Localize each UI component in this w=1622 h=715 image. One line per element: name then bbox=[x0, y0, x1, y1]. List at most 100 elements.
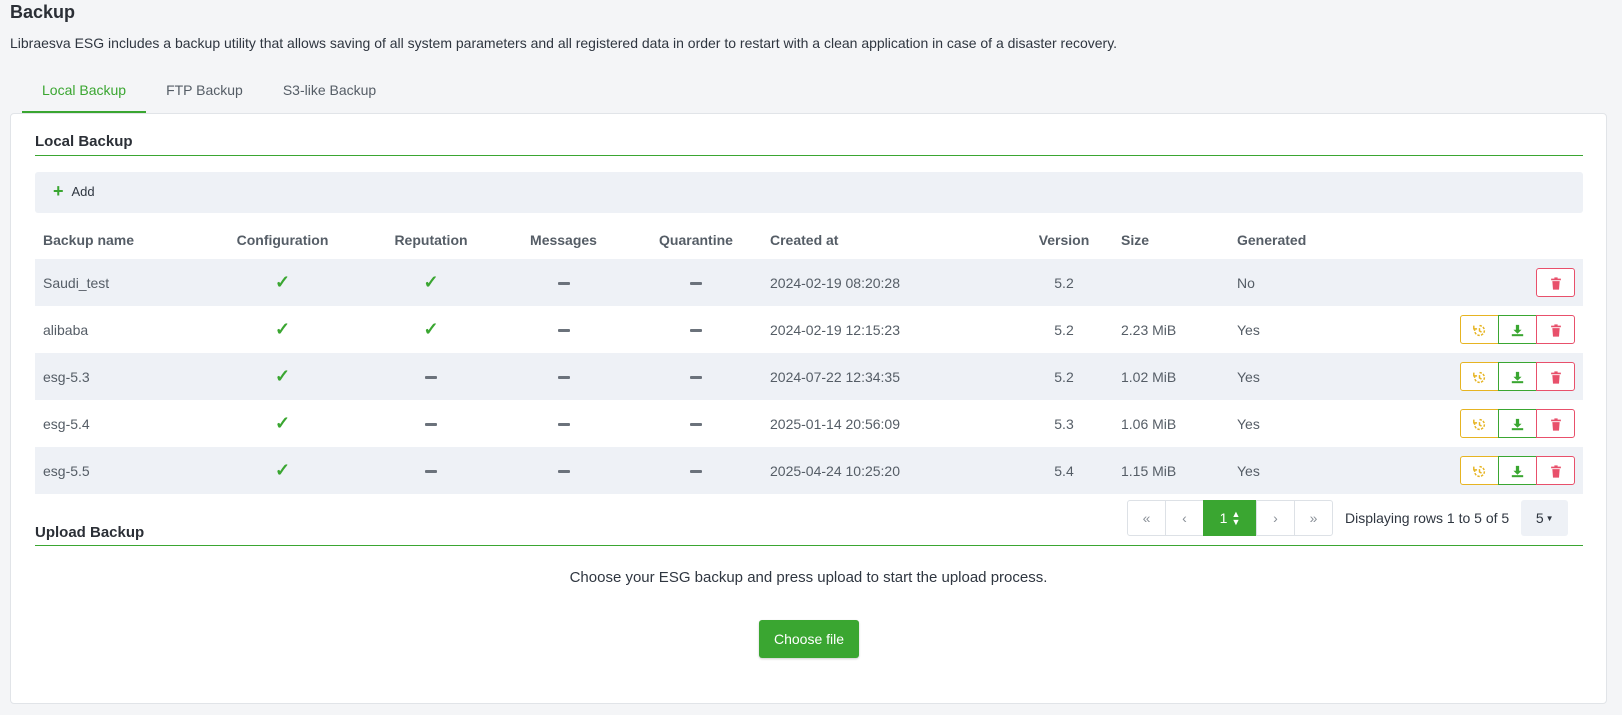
messages-cell bbox=[497, 259, 630, 306]
version: 5.3 bbox=[1054, 415, 1074, 432]
last-page-button[interactable]: » bbox=[1294, 500, 1333, 536]
tab-s3-backup[interactable]: S3-like Backup bbox=[263, 72, 396, 113]
configuration-cell: ✓ bbox=[200, 447, 365, 494]
backup-name: alibaba bbox=[43, 321, 89, 338]
version: 5.4 bbox=[1015, 447, 1113, 494]
trash-icon bbox=[1550, 368, 1562, 384]
dash-icon bbox=[557, 329, 570, 333]
col-size[interactable]: Size bbox=[1113, 220, 1229, 259]
add-button[interactable]: + Add bbox=[53, 182, 95, 200]
page-size-dropdown[interactable]: 5 ▼ bbox=[1521, 500, 1569, 536]
configuration-cell: ✓ bbox=[200, 353, 365, 400]
delete-button[interactable] bbox=[1536, 268, 1575, 297]
table-row[interactable]: esg-5.3 ✓ 2024-07-22 12:34:35 5.2 1.02 MiB Ye… bbox=[35, 353, 1583, 400]
col-version[interactable]: Version bbox=[1015, 220, 1113, 259]
table-row[interactable]: esg-5.4 ✓ 2025-01-14 20:56:09 5.3 1.06 MiB Ye… bbox=[35, 400, 1583, 447]
size: 1.15 MiB bbox=[1113, 447, 1229, 494]
download-icon bbox=[1511, 462, 1524, 478]
restore-button[interactable] bbox=[1460, 409, 1499, 438]
quarantine-cell bbox=[630, 353, 762, 400]
check-icon: ✓ bbox=[423, 319, 439, 339]
created-at: 2025-01-14 20:56:09 bbox=[770, 415, 900, 432]
reputation-cell bbox=[365, 447, 497, 494]
col-messages[interactable]: Messages bbox=[497, 220, 630, 259]
delete-button[interactable] bbox=[1536, 362, 1575, 391]
size bbox=[1113, 259, 1229, 306]
messages-cell bbox=[497, 447, 630, 494]
row-actions bbox=[1349, 400, 1583, 447]
col-generated[interactable]: Generated bbox=[1229, 220, 1349, 259]
download-button[interactable] bbox=[1498, 315, 1537, 344]
double-chevron-left-icon: « bbox=[1142, 510, 1151, 526]
dash-icon bbox=[425, 376, 437, 380]
section-divider bbox=[35, 155, 1583, 156]
col-quarantine[interactable]: Quarantine bbox=[630, 220, 762, 259]
messages-cell bbox=[497, 400, 630, 447]
check-icon: ✓ bbox=[274, 272, 291, 292]
col-configuration[interactable]: Configuration bbox=[200, 220, 365, 259]
plus-icon: + bbox=[53, 181, 64, 201]
table-body: Saudi_test ✓ ✓ 2024-02-19 08:20:28 5.2 No alib… bbox=[35, 259, 1583, 494]
delete-button[interactable] bbox=[1536, 409, 1575, 438]
created-at: 2025-04-24 10:25:20 bbox=[762, 447, 1015, 494]
check-icon: ✓ bbox=[423, 272, 439, 292]
generated: Yes bbox=[1229, 353, 1349, 400]
restore-button[interactable] bbox=[1460, 315, 1499, 344]
col-created-at[interactable]: Created at bbox=[762, 220, 1015, 259]
generated: Yes bbox=[1237, 321, 1260, 338]
prev-page-button[interactable]: ‹ bbox=[1165, 500, 1204, 536]
current-page-button[interactable]: 1 ▲ ▼ bbox=[1203, 500, 1257, 536]
trash-icon bbox=[1550, 274, 1562, 290]
dash-icon bbox=[690, 423, 702, 427]
history-icon bbox=[1473, 462, 1486, 478]
dash-icon bbox=[425, 423, 437, 427]
version: 5.2 bbox=[1054, 321, 1074, 338]
dash-icon bbox=[690, 329, 702, 333]
upload-backup-title: Upload Backup bbox=[35, 524, 145, 541]
choose-file-button[interactable]: Choose file bbox=[759, 620, 859, 658]
check-icon: ✓ bbox=[274, 460, 291, 480]
dash-icon bbox=[690, 376, 702, 380]
add-button-label: Add bbox=[71, 183, 95, 199]
table-row[interactable]: esg-5.5 ✓ 2025-04-24 10:25:20 5.4 1.15 MiB Ye… bbox=[35, 447, 1583, 494]
check-icon: ✓ bbox=[274, 366, 291, 386]
tab-local-backup[interactable]: Local Backup bbox=[22, 72, 147, 113]
created-at: 2024-07-22 12:34:35 bbox=[762, 353, 1015, 400]
next-page-button[interactable]: › bbox=[1256, 500, 1295, 536]
first-page-button[interactable]: « bbox=[1127, 500, 1166, 536]
col-backup-name[interactable]: Backup name bbox=[35, 220, 200, 259]
delete-button[interactable] bbox=[1536, 456, 1575, 485]
configuration-cell: ✓ bbox=[200, 400, 365, 447]
created-at: 2024-02-19 08:20:28 bbox=[762, 259, 1015, 306]
download-button[interactable] bbox=[1498, 409, 1537, 438]
row-actions bbox=[1349, 353, 1583, 400]
dash-icon bbox=[557, 376, 570, 380]
chevron-left-icon: ‹ bbox=[1182, 510, 1187, 526]
restore-button[interactable] bbox=[1460, 362, 1499, 391]
created-at: 2024-02-19 12:15:23 bbox=[770, 321, 900, 338]
chevron-right-icon: › bbox=[1273, 510, 1278, 526]
download-button[interactable] bbox=[1498, 456, 1537, 485]
generated: Yes bbox=[1237, 415, 1260, 432]
download-button[interactable] bbox=[1498, 362, 1537, 391]
pagination: « ‹ 1 ▲ ▼ › » Displaying rows 1 to 5 of 5… bbox=[1127, 500, 1569, 536]
history-icon bbox=[1473, 321, 1486, 337]
page-description: Libraesva ESG includes a backup utility … bbox=[10, 35, 1118, 51]
table-row[interactable]: Saudi_test ✓ ✓ 2024-02-19 08:20:28 5.2 No bbox=[35, 259, 1583, 306]
size: 1.02 MiB bbox=[1113, 353, 1229, 400]
configuration-cell: ✓ bbox=[200, 259, 365, 306]
backup-name: esg-5.4 bbox=[43, 415, 90, 432]
table-toolbar: + Add bbox=[35, 172, 1583, 213]
restore-button[interactable] bbox=[1460, 456, 1499, 485]
delete-button[interactable] bbox=[1536, 315, 1575, 344]
table-row[interactable]: alibaba ✓ ✓ 2024-02-19 12:15:23 5.2 2.23 MiB Y… bbox=[35, 306, 1583, 353]
caret-down-icon: ▼ bbox=[1545, 513, 1554, 523]
dash-icon bbox=[557, 423, 570, 427]
col-reputation[interactable]: Reputation bbox=[365, 220, 497, 259]
download-icon bbox=[1511, 321, 1524, 337]
quarantine-cell bbox=[630, 447, 762, 494]
backup-card: Local Backup + Add Backup name Configura… bbox=[10, 113, 1607, 704]
tab-ftp-backup[interactable]: FTP Backup bbox=[146, 72, 263, 113]
check-icon: ✓ bbox=[274, 319, 291, 339]
dash-icon bbox=[425, 470, 437, 474]
